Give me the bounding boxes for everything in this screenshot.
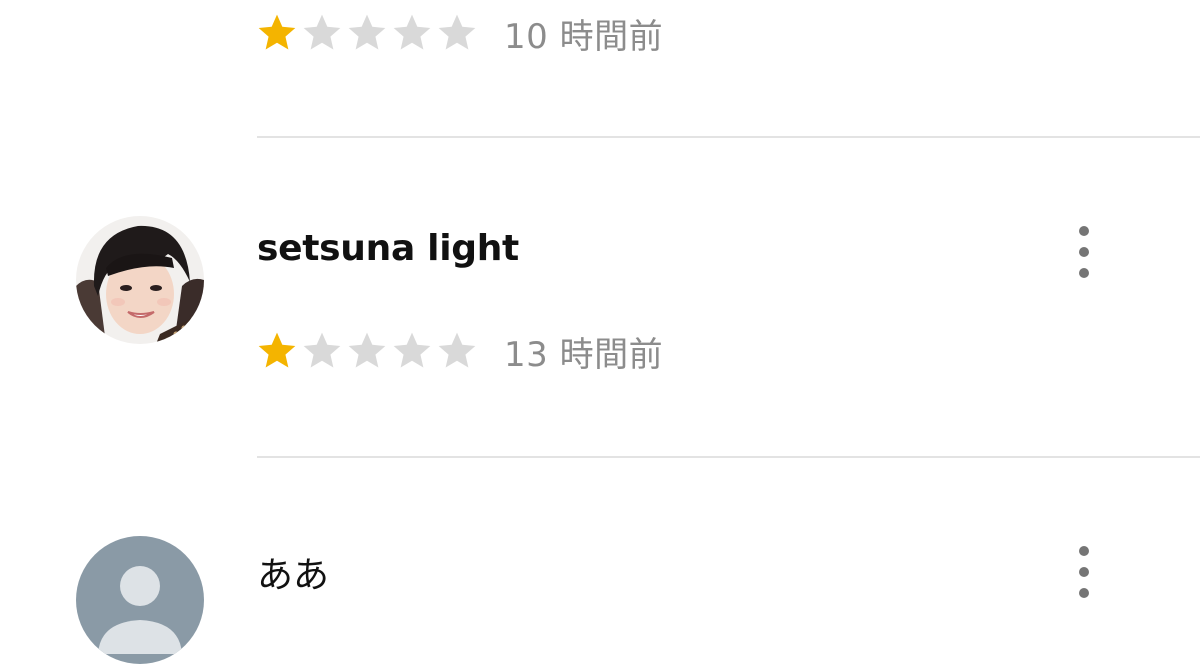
star-empty-icon xyxy=(438,14,476,50)
star-empty-icon xyxy=(438,332,476,368)
rating-row: 13 時間前 xyxy=(255,326,663,376)
avatar-photo xyxy=(76,216,204,344)
star-filled-icon xyxy=(258,14,296,50)
star-empty-icon xyxy=(348,332,386,368)
divider xyxy=(257,136,1200,138)
star-empty-icon xyxy=(303,14,341,50)
star-rating xyxy=(255,11,480,55)
more-vert-icon[interactable] xyxy=(1068,546,1100,598)
person-icon xyxy=(76,536,204,664)
star-rating xyxy=(255,329,480,373)
more-vert-icon[interactable] xyxy=(1068,226,1100,278)
star-empty-icon xyxy=(393,332,431,368)
star-filled-icon xyxy=(258,332,296,368)
review-time: 13 時間前 xyxy=(504,334,664,375)
star-empty-icon xyxy=(303,332,341,368)
rating-row: 10 時間前 xyxy=(255,8,663,58)
author-name[interactable]: ああ xyxy=(257,546,329,598)
star-empty-icon xyxy=(393,14,431,50)
author-name[interactable]: setsuna light xyxy=(257,228,519,269)
star-empty-icon xyxy=(348,14,386,50)
avatar[interactable] xyxy=(76,536,204,664)
divider xyxy=(257,456,1200,458)
avatar[interactable] xyxy=(76,216,204,344)
review-time: 10 時間前 xyxy=(504,16,664,57)
